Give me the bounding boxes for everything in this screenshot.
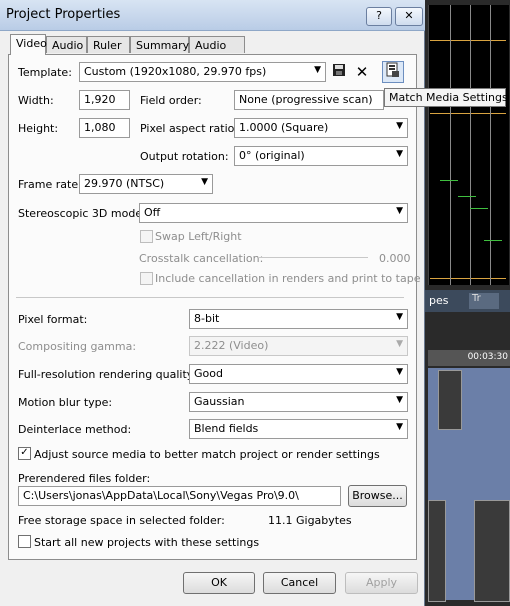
background-clip	[428, 500, 446, 602]
start-new-projects-checkbox[interactable]	[18, 535, 31, 548]
background-tab-bar: pes Tr	[425, 290, 510, 312]
apply-button[interactable]: Apply	[345, 572, 418, 594]
rendering-quality-dropdown[interactable]: Good ▼	[189, 364, 408, 384]
match-media-settings-tooltip: Match Media Settings	[384, 88, 508, 107]
tab-audio-cd[interactable]: Audio CD	[189, 36, 245, 69]
width-input[interactable]: 1,920	[79, 90, 130, 110]
free-storage-value: 11.1 Gigabytes	[268, 514, 352, 527]
compositing-gamma-label: Compositing gamma:	[18, 340, 137, 353]
swap-left-right-checkbox[interactable]	[140, 230, 153, 243]
chevron-down-icon: ▼	[396, 422, 403, 432]
free-storage-label: Free storage space in selected folder:	[18, 514, 225, 527]
prerendered-folder-input[interactable]: C:\Users\jonas\AppData\Local\Sony\Vegas …	[18, 486, 341, 506]
output-rotation-label: Output rotation:	[140, 150, 229, 163]
output-rotation-dropdown[interactable]: 0° (original) ▼	[234, 146, 408, 166]
match-media-settings-icon[interactable]	[382, 61, 404, 83]
crosstalk-cancellation-slider[interactable]	[258, 257, 368, 259]
chevron-down-icon: ▼	[201, 177, 208, 187]
chevron-down-icon: ▼	[396, 312, 403, 322]
pixel-format-dropdown[interactable]: 8-bit ▼	[189, 309, 408, 329]
chevron-down-icon: ▼	[396, 206, 403, 216]
background-clip	[474, 500, 510, 602]
stereoscopic-3d-mode-dropdown[interactable]: Off ▼	[139, 203, 408, 223]
title-bar[interactable]: Project Properties ? ✕	[0, 0, 425, 31]
frame-rate-dropdown[interactable]: 29.970 (NTSC) ▼	[79, 174, 213, 194]
background-clip	[438, 370, 462, 430]
pixel-aspect-ratio-label: Pixel aspect ratio:	[140, 122, 239, 135]
section-divider	[16, 297, 404, 298]
include-cancellation-label: Include cancellation in renders and prin…	[155, 272, 421, 285]
tab-audio[interactable]: Audio	[46, 36, 87, 53]
height-input[interactable]: 1,080	[79, 118, 130, 138]
motion-blur-type-label: Motion blur type:	[18, 396, 113, 409]
background-waveform-area	[428, 5, 509, 285]
start-new-projects-label: Start all new projects with these settin…	[34, 536, 260, 549]
crosstalk-cancellation-value: 0.000	[379, 252, 411, 265]
delete-template-icon[interactable]: ✕	[353, 63, 371, 81]
tab-ruler[interactable]: Ruler	[87, 36, 130, 53]
chevron-down-icon: ▼	[396, 149, 403, 159]
compositing-gamma-dropdown[interactable]: 2.222 (Video) ▼	[189, 336, 408, 356]
pixel-aspect-ratio-dropdown[interactable]: 1.0000 (Square) ▼	[234, 118, 408, 138]
project-properties-dialog: Project Properties ? ✕ Video Audio Ruler…	[0, 0, 508, 606]
deinterlace-method-dropdown[interactable]: Blend fields ▼	[189, 419, 408, 439]
template-dropdown[interactable]: Custom (1920x1080, 29.970 fps) ▼	[79, 62, 326, 82]
template-label: Template:	[18, 66, 72, 79]
prerendered-folder-label: Prerendered files folder:	[18, 472, 151, 485]
stereoscopic-3d-mode-label: Stereoscopic 3D mode:	[18, 207, 146, 220]
include-cancellation-checkbox[interactable]	[140, 272, 153, 285]
adjust-source-media-checkbox[interactable]: ✓	[18, 447, 31, 460]
close-button[interactable]: ✕	[395, 7, 423, 26]
background-timeline-ruler: 00:03:30	[428, 350, 510, 366]
tab-summary[interactable]: Summary	[130, 36, 189, 53]
height-label: Height:	[18, 122, 59, 135]
adjust-source-media-label: Adjust source media to better match proj…	[34, 448, 380, 461]
field-order-dropdown[interactable]: None (progressive scan)	[234, 90, 384, 110]
frame-rate-label: Frame rate:	[18, 178, 82, 191]
rendering-quality-label: Full-resolution rendering quality:	[18, 368, 197, 381]
browse-button[interactable]: Browse...	[348, 485, 407, 507]
crosstalk-cancellation-label: Crosstalk cancellation:	[139, 252, 264, 265]
chevron-down-icon: ▼	[314, 65, 321, 75]
chevron-down-icon: ▼	[396, 339, 403, 349]
window-title: Project Properties	[6, 7, 121, 22]
swap-left-right-label: Swap Left/Right	[155, 230, 242, 243]
ok-button[interactable]: OK	[183, 572, 255, 594]
deinterlace-method-label: Deinterlace method:	[18, 423, 132, 436]
width-label: Width:	[18, 94, 54, 107]
field-order-label: Field order:	[140, 94, 202, 107]
chevron-down-icon: ▼	[396, 121, 403, 131]
help-button[interactable]: ?	[366, 7, 392, 26]
cancel-button[interactable]: Cancel	[263, 572, 336, 594]
chevron-down-icon: ▼	[396, 367, 403, 377]
tab-video[interactable]: Video	[10, 34, 47, 55]
pixel-format-label: Pixel format:	[18, 313, 88, 326]
motion-blur-type-dropdown[interactable]: Gaussian ▼	[189, 392, 408, 412]
save-template-icon[interactable]	[330, 63, 348, 81]
chevron-down-icon: ▼	[396, 395, 403, 405]
